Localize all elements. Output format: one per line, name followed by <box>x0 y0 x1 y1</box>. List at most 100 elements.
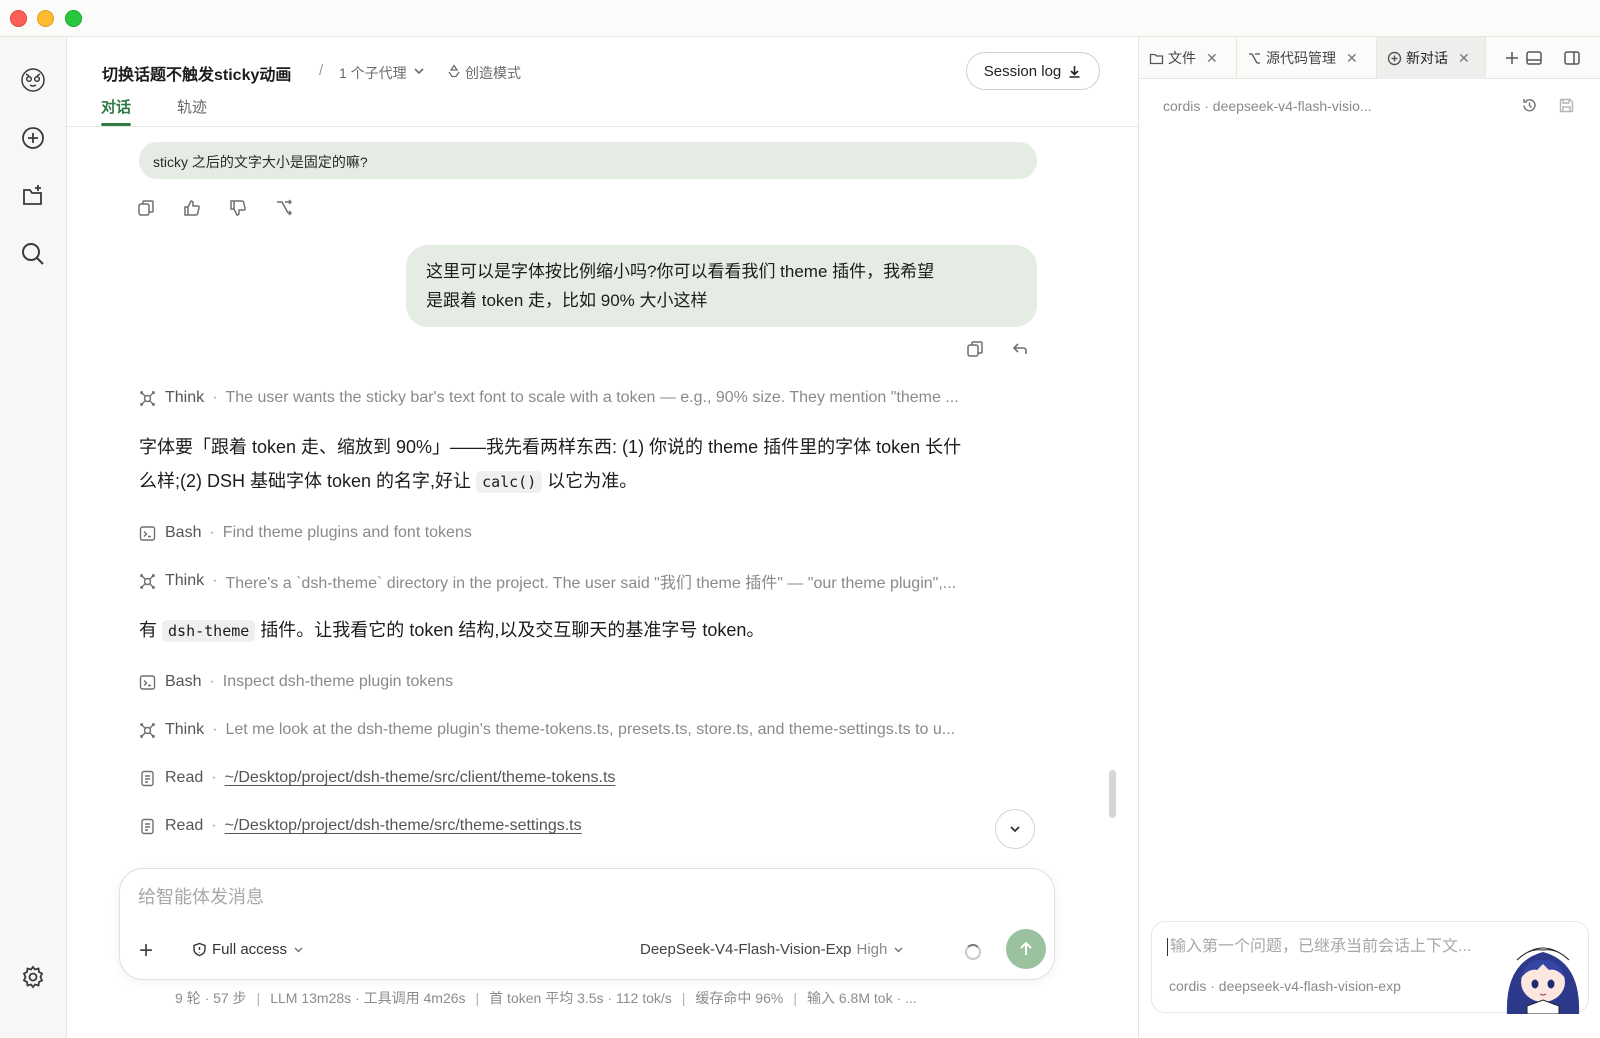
step-label: Think <box>165 572 205 589</box>
model-selector[interactable]: DeepSeek-V4-Flash-Vision-Exp High <box>640 941 905 958</box>
send-button[interactable] <box>1006 929 1046 969</box>
right-panel-tabs: 文件 ✕ 源代码管理 ✕ 新对话 ✕ <box>1139 37 1600 79</box>
chevron-down-icon[interactable] <box>412 64 426 78</box>
tab-new-chat[interactable]: 新对话 ✕ <box>1377 37 1486 79</box>
step-label: Read <box>165 769 204 786</box>
scroll-to-bottom-button[interactable] <box>995 809 1035 849</box>
step-dot: · <box>212 389 218 406</box>
search-icon[interactable] <box>20 241 46 267</box>
settings-gear-icon[interactable] <box>20 964 46 990</box>
stat-separator: | <box>681 990 686 1006</box>
copy-icon[interactable] <box>136 198 156 218</box>
bash-step[interactable]: Bash · Inspect dsh-theme plugin tokens <box>139 671 1037 693</box>
previous-user-message: sticky 之后的文字大小是固定的嘛? <box>139 142 1037 179</box>
close-window-button[interactable] <box>10 10 27 27</box>
side-chat-composer: cordis · deepseek-v4-flash-vision-exp <box>1151 921 1589 1014</box>
think-step[interactable]: Think · There's a `dsh-theme` directory … <box>139 570 1037 592</box>
access-label: Full access <box>212 941 288 958</box>
tab-label: 新对话 <box>1406 50 1448 66</box>
new-chat-icon[interactable] <box>20 125 46 151</box>
step-dot: · <box>211 817 217 834</box>
side-chat-input[interactable] <box>1167 938 1497 956</box>
app-logo-icon[interactable] <box>20 67 46 93</box>
conversation-title[interactable]: 切换话题不触发sticky动画 <box>102 61 291 85</box>
user-message-line: 这里可以是字体按比例缩小吗?你可以看看我们 theme 插件，我希望 <box>426 262 935 281</box>
mode-label[interactable]: 创造模式 <box>465 63 521 83</box>
shield-icon <box>193 942 206 957</box>
access-selector[interactable]: Full access <box>192 941 305 958</box>
step-dot: · <box>212 572 218 589</box>
assistant-text: 插件。让我看它的 token 结构,以及交互聊天的基准字号 token。 <box>260 620 765 640</box>
stat-cache: 缓存命中 96% <box>695 990 784 1006</box>
new-project-icon[interactable] <box>20 183 46 209</box>
thumbs-down-icon[interactable] <box>228 198 248 218</box>
branch-icon <box>1249 52 1260 64</box>
copy-icon[interactable] <box>965 339 985 359</box>
step-summary: Let me look at the dsh-theme plugin's th… <box>225 721 956 738</box>
stat-rounds: 9 轮 · 57 步 <box>175 990 247 1006</box>
panel-model-meta: cordis · deepseek-v4-flash-visio... <box>1163 98 1372 114</box>
folder-icon <box>1149 53 1164 64</box>
think-step[interactable]: Think · The user wants the sticky bar's … <box>139 387 1037 409</box>
reply-icon[interactable] <box>1010 339 1030 359</box>
chat-scroll-area[interactable]: sticky 之后的文字大小是固定的嘛? 这里可以是字体按比例缩小吗?你可以看看… <box>67 128 1138 898</box>
thumbs-up-icon[interactable] <box>182 198 202 218</box>
stat-input: 输入 6.8M tok · ... <box>806 990 917 1006</box>
inline-code: dsh-theme <box>162 620 256 642</box>
tab-files[interactable]: 文件 ✕ <box>1139 37 1237 79</box>
step-dot: · <box>212 721 218 738</box>
step-dot: · <box>209 524 215 541</box>
subagent-selector[interactable]: 1 个子代理 <box>339 63 407 83</box>
arrow-up-icon <box>1020 941 1032 955</box>
think-step[interactable]: Think · Let me look at the dsh-theme plu… <box>139 719 1037 741</box>
close-icon[interactable]: ✕ <box>1206 50 1218 67</box>
step-label: Bash <box>165 524 202 541</box>
side-chat-model: cordis · deepseek-v4-flash-vision-exp <box>1169 978 1401 994</box>
stat-separator: | <box>475 990 480 1006</box>
add-tab-icon[interactable] <box>1503 49 1521 67</box>
tab-source-control[interactable]: 源代码管理 ✕ <box>1237 37 1377 79</box>
assistant-text: 以它为准。 <box>547 471 638 491</box>
attach-plus-button[interactable]: + <box>130 935 162 967</box>
stat-separator: | <box>256 990 261 1006</box>
inline-code: calc() <box>476 471 543 493</box>
chat-scrollbar[interactable] <box>1109 770 1116 818</box>
message-input[interactable] <box>138 887 1018 908</box>
tab-trace[interactable]: 轨迹 <box>177 96 207 117</box>
close-icon[interactable]: ✕ <box>1346 50 1358 67</box>
main-panel: 切换话题不触发sticky动画 / 1 个子代理 创造模式 Session lo… <box>67 37 1138 1038</box>
zoom-window-button[interactable] <box>65 10 82 27</box>
file-icon <box>139 818 156 835</box>
branch-icon[interactable] <box>274 198 294 218</box>
toggle-bottom-panel-icon[interactable] <box>1525 49 1543 67</box>
save-icon[interactable] <box>1558 97 1575 114</box>
file-path-link[interactable]: ~/Desktop/project/dsh-theme/src/client/t… <box>225 769 616 787</box>
loading-spinner-icon <box>965 944 981 960</box>
file-path-link[interactable]: ~/Desktop/project/dsh-theme/src/theme-se… <box>225 817 582 835</box>
read-step[interactable]: Read · ~/Desktop/project/dsh-theme/src/c… <box>139 767 1037 789</box>
assistant-text: 有 <box>139 620 157 640</box>
tab-conversation[interactable]: 对话 <box>101 96 132 126</box>
session-log-button[interactable]: Session log <box>966 52 1100 90</box>
minimize-window-button[interactable] <box>37 10 54 27</box>
assistant-text: 么样;(2) DSH 基础字体 token 的名字,好让 <box>139 471 472 491</box>
message-composer: + Full access DeepSeek-V4-Flash-Vision-E… <box>119 868 1055 980</box>
step-summary: Find theme plugins and font tokens <box>222 524 472 541</box>
chevron-down-icon <box>294 947 303 953</box>
close-icon[interactable]: ✕ <box>1458 50 1470 67</box>
read-step[interactable]: Read · ~/Desktop/project/dsh-theme/src/t… <box>139 815 1037 837</box>
user-message-line: 是跟着 token 走，比如 90% 大小这样 <box>426 291 708 310</box>
terminal-icon <box>139 525 156 542</box>
bash-step[interactable]: Bash · Find theme plugins and font token… <box>139 522 1037 544</box>
conversation-header: 切换话题不触发sticky动画 / 1 个子代理 创造模式 Session lo… <box>67 37 1138 127</box>
brain-icon <box>139 390 156 407</box>
recycle-icon <box>447 64 461 78</box>
toggle-side-panel-icon[interactable] <box>1563 49 1581 67</box>
step-dot: · <box>209 673 215 690</box>
stat-llm: LLM 13m28s · 工具调用 4m26s <box>270 990 466 1006</box>
step-label: Bash <box>165 673 202 690</box>
history-icon[interactable] <box>1521 97 1538 114</box>
session-log-label: Session log <box>983 62 1062 80</box>
terminal-icon <box>139 674 156 691</box>
run-stats-bar: 9 轮 · 57 步 | LLM 13m28s · 工具调用 4m26s | 首 tok… <box>175 988 917 1008</box>
